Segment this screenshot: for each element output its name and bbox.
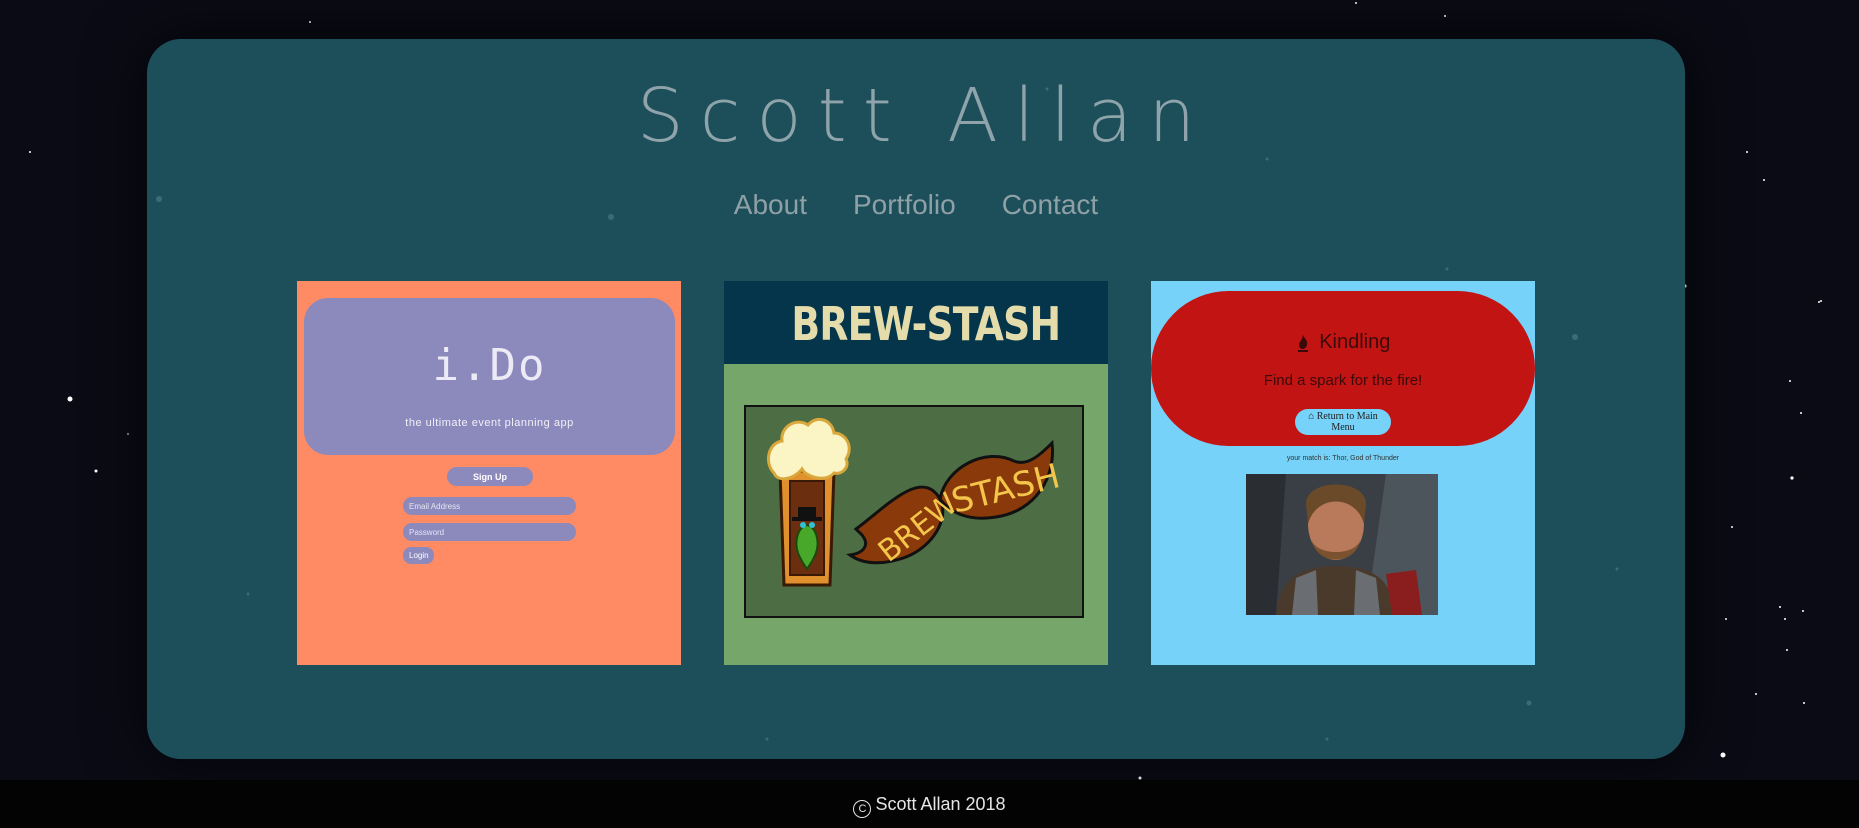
ido-signup-button[interactable]: Sign Up xyxy=(447,467,533,486)
ido-title: i.Do xyxy=(432,340,547,391)
kindling-tagline: Find a spark for the fire! xyxy=(1263,372,1423,389)
site-title: Scott Allan xyxy=(636,73,1212,159)
brew-header: BREW-STASH xyxy=(724,281,1108,364)
ido-password-input[interactable] xyxy=(403,523,576,541)
footer-text: Scott Allan 2018 xyxy=(875,794,1006,814)
ido-login-button[interactable]: Login xyxy=(403,547,434,564)
nav-about-link[interactable]: About xyxy=(734,189,807,221)
return-main-menu-button[interactable]: ⌂ Return to Main Menu xyxy=(1295,409,1391,435)
kindling-title: Kindling xyxy=(1319,331,1391,354)
nav-contact-link[interactable]: Contact xyxy=(1002,189,1099,221)
portfolio-card-brew-stash[interactable]: BREW-STASH BREW STASH xyxy=(724,281,1108,665)
portfolio-card-ido[interactable]: i.Do the ultimate event planning app Sig… xyxy=(297,281,681,665)
match-photo xyxy=(1246,474,1438,615)
beer-mustache-icon: BREW STASH xyxy=(766,417,1064,587)
ido-subtitle: the ultimate event planning app xyxy=(405,417,574,429)
brew-title: BREW-STASH xyxy=(791,297,1061,351)
portfolio-card-kindling[interactable]: Kindling Find a spark for the fire! ⌂ Re… xyxy=(1151,281,1535,665)
nav-portfolio-link[interactable]: Portfolio xyxy=(853,189,956,221)
ido-email-input[interactable] xyxy=(403,497,576,515)
main-nav: About Portfolio Contact xyxy=(147,189,1685,221)
kindling-match-text: your match is: Thor, God of Thunder xyxy=(1286,455,1400,462)
copyright-icon: C xyxy=(853,800,872,818)
home-icon: ⌂ xyxy=(1308,411,1315,422)
kindling-hero: Kindling Find a spark for the fire! ⌂ Re… xyxy=(1151,291,1535,446)
footer: C Scott Allan 2018 xyxy=(0,780,1859,828)
brew-stash-logo: BREW STASH xyxy=(744,405,1084,618)
ido-hero: i.Do the ultimate event planning app xyxy=(304,298,675,455)
fire-icon xyxy=(1297,334,1308,352)
